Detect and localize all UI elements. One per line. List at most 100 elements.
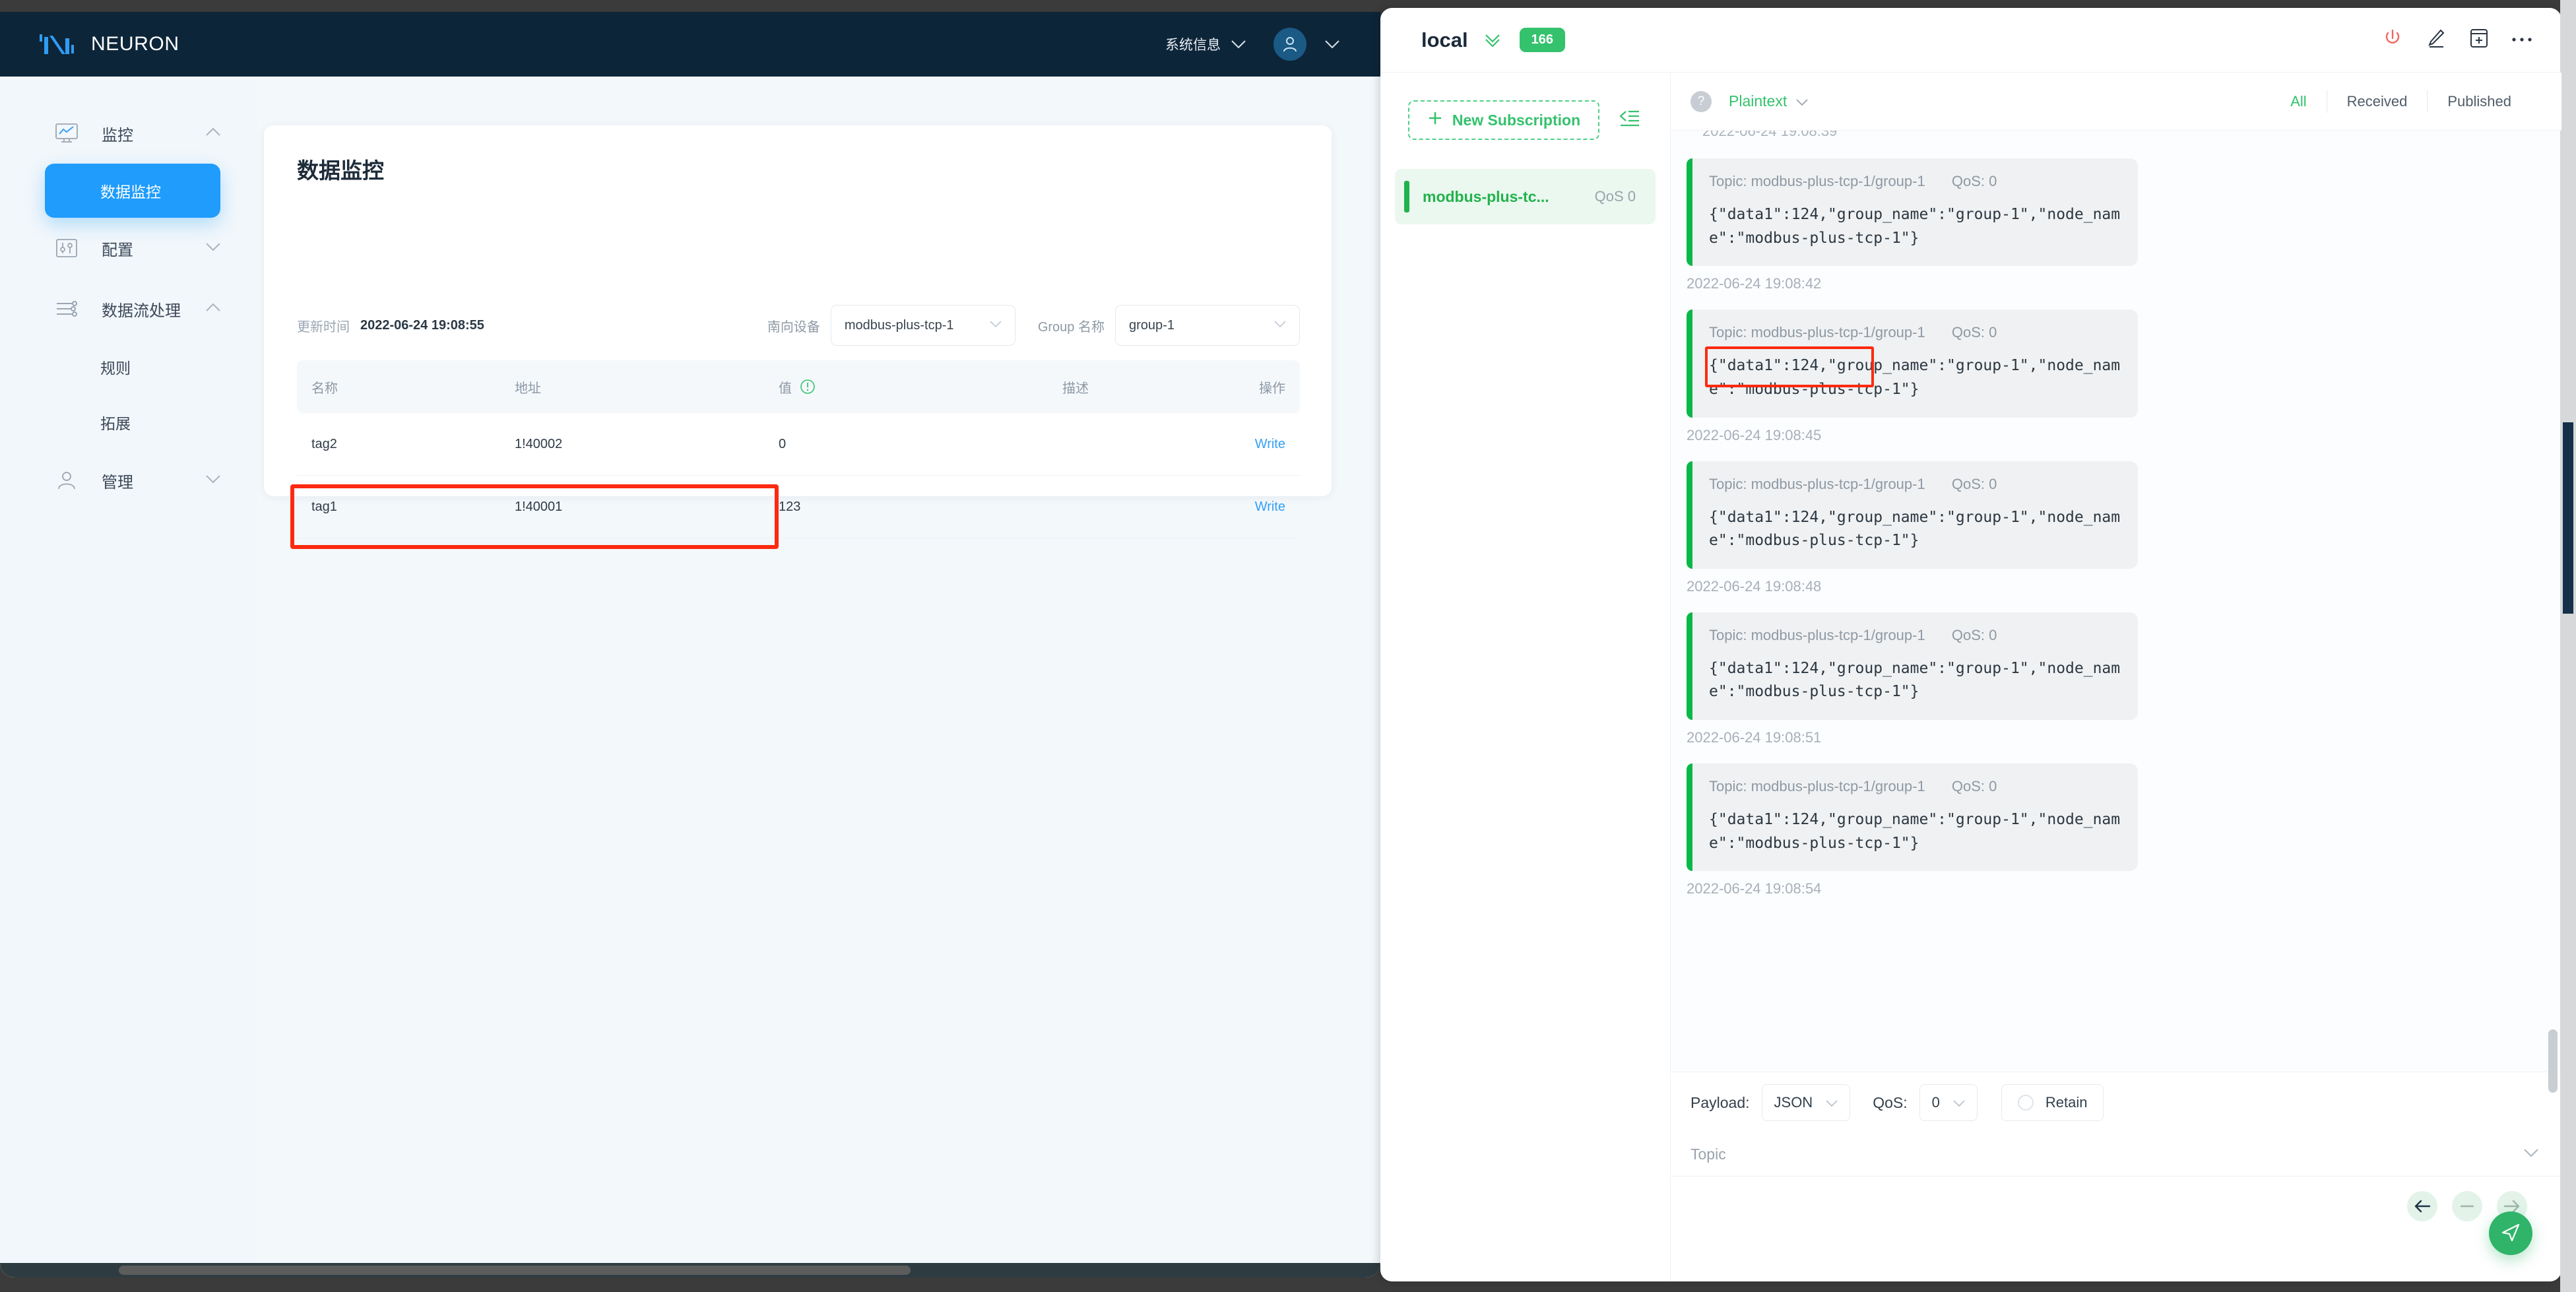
- message-item[interactable]: Topic: modbus-plus-tcp-1/group-1 QoS: 0 …: [1687, 612, 2561, 746]
- chevron-down-icon[interactable]: [1325, 40, 1339, 49]
- message-meta: Topic: modbus-plus-tcp-1/group-1 QoS: 0: [1709, 173, 2121, 190]
- plus-icon: [1427, 110, 1443, 130]
- write-button[interactable]: Write: [1255, 437, 1285, 451]
- message-bubble: Topic: modbus-plus-tcp-1/group-1 QoS: 0 …: [1687, 309, 2138, 418]
- previous-message-button[interactable]: [2407, 1191, 2437, 1221]
- message-item[interactable]: Topic: modbus-plus-tcp-1/group-1 QoS: 0 …: [1687, 158, 2561, 292]
- help-icon[interactable]: ?: [1690, 90, 1712, 112]
- new-subscription-button[interactable]: New Subscription: [1408, 100, 1599, 140]
- sliders-icon: [51, 233, 82, 263]
- neuron-brand[interactable]: NEURON: [38, 30, 179, 58]
- chevron-down-icon: [990, 319, 1002, 331]
- message-list[interactable]: 2022-06-24 19:08:39 Topic: modbus-plus-t…: [1671, 131, 2561, 1072]
- tab-received[interactable]: Received: [2327, 93, 2428, 110]
- publish-qos-select[interactable]: 0: [1919, 1084, 1978, 1121]
- chevron-up-icon[interactable]: [206, 127, 220, 139]
- message-qos: QoS: 0: [1951, 626, 1997, 643]
- message-topic: Topic: modbus-plus-tcp-1/group-1: [1709, 778, 1925, 795]
- group-select[interactable]: group-1: [1115, 305, 1300, 346]
- message-bubble: Topic: modbus-plus-tcp-1/group-1 QoS: 0 …: [1687, 612, 2138, 721]
- column-header-description: 描述: [1062, 381, 1089, 396]
- avatar[interactable]: [1273, 28, 1306, 61]
- message-timestamp: 2022-06-24 19:08:48: [1687, 577, 1822, 595]
- chevron-double-down-icon[interactable]: [1484, 33, 1501, 48]
- sidebar-label-monitor: 监控: [102, 126, 133, 145]
- device-select[interactable]: modbus-plus-tcp-1: [830, 305, 1015, 346]
- user-icon: [51, 465, 82, 496]
- chevron-down-icon[interactable]: [1231, 40, 1246, 49]
- more-options-icon[interactable]: [2511, 34, 2532, 46]
- message-item[interactable]: Topic: modbus-plus-tcp-1/group-1 QoS: 0 …: [1687, 763, 2561, 897]
- edit-pencil-icon[interactable]: [2426, 28, 2447, 52]
- clipped-timestamp: 2022-06-24 19:08:39: [1702, 131, 1838, 139]
- mqttx-header: local 166: [1380, 8, 2561, 73]
- message-count-badge: 166: [1519, 28, 1566, 52]
- message-payload: {"data1":124,"group_name":"group-1","nod…: [1709, 357, 2121, 398]
- sidebar-item-configuration[interactable]: 配置: [0, 218, 257, 278]
- messages-scrollbar-thumb[interactable]: [2548, 1029, 2558, 1093]
- table-row[interactable]: tag2 1!40002 0 Write: [297, 413, 1300, 476]
- sidebar-item-data-monitoring[interactable]: 数据监控: [45, 164, 220, 218]
- message-filter-tabs: All Received Published: [2270, 90, 2531, 113]
- neuron-brand-text: NEURON: [91, 33, 179, 55]
- power-icon[interactable]: [2382, 28, 2403, 52]
- publish-bar: Payload: JSON QoS: 0 Retain Topic: [1671, 1072, 2561, 1281]
- connection-name[interactable]: local: [1421, 28, 1468, 52]
- message-topic: Topic: modbus-plus-tcp-1/group-1: [1709, 324, 1925, 341]
- sidebar-item-extensions[interactable]: 拓展: [0, 395, 257, 450]
- subscription-topic: modbus-plus-tc...: [1423, 187, 1549, 205]
- column-header-value: 值: [779, 381, 792, 396]
- system-info-menu[interactable]: 系统信息: [1165, 34, 1221, 54]
- chevron-down-icon[interactable]: [2523, 1148, 2539, 1161]
- cell-value: 0: [779, 436, 787, 451]
- retain-toggle[interactable]: Retain: [2001, 1084, 2104, 1121]
- cell-address: 1!40002: [515, 436, 563, 451]
- message-topic: Topic: modbus-plus-tcp-1/group-1: [1709, 475, 1925, 492]
- scrollbar-thumb[interactable]: [119, 1266, 911, 1275]
- sidebar-item-management[interactable]: 管理: [0, 450, 257, 511]
- sidebar-item-dataflow[interactable]: 数据流处理: [0, 278, 257, 339]
- main-content-area: 数据监控 更新时间 2022-06-24 19:08:55 南向设备 modbu…: [257, 77, 1380, 1277]
- write-button[interactable]: Write: [1255, 500, 1285, 514]
- screen-root: NEURON 系统信息 监控 数据监控 配置 数据流处理 规则 拓展 管理 数据…: [0, 0, 2576, 1292]
- publish-topic-placeholder: Topic: [1690, 1146, 1726, 1163]
- payload-format-select[interactable]: Plaintext: [1729, 92, 1808, 110]
- retain-label: Retain: [2045, 1094, 2088, 1111]
- publish-options-row: Payload: JSON QoS: 0 Retain: [1671, 1072, 2561, 1133]
- sidebar-item-rules[interactable]: 规则: [0, 339, 257, 395]
- group-select-value: group-1: [1129, 317, 1175, 333]
- chevron-up-icon[interactable]: [206, 303, 220, 315]
- cell-name: tag1: [311, 499, 337, 514]
- sidebar-label-dataflow: 数据流处理: [102, 302, 181, 320]
- info-icon[interactable]: [800, 379, 816, 395]
- neuron-logo-icon: [38, 30, 77, 58]
- chevron-down-icon[interactable]: [206, 242, 220, 254]
- collapse-panel-icon[interactable]: [1618, 109, 1640, 132]
- message-timestamp: 2022-06-24 19:08:45: [1687, 426, 1822, 443]
- sidebar-item-monitor[interactable]: 监控: [0, 103, 257, 164]
- column-header-name: 名称: [311, 381, 338, 396]
- send-message-button[interactable]: [2489, 1211, 2532, 1255]
- publish-payload-select[interactable]: JSON: [1761, 1084, 1851, 1121]
- stop-message-button[interactable]: [2452, 1191, 2482, 1221]
- outer-page-scrollbar-track[interactable]: [2560, 0, 2576, 1292]
- updated-time-label: 更新时间: [297, 319, 350, 335]
- payload-format-value: Plaintext: [1729, 92, 1787, 110]
- table-row[interactable]: tag1 1!40001 123 Write: [297, 476, 1300, 538]
- tab-published[interactable]: Published: [2428, 93, 2531, 110]
- add-panel-icon[interactable]: [2469, 28, 2489, 52]
- cell-value: 123: [779, 499, 801, 514]
- publish-topic-row[interactable]: Topic: [1671, 1133, 2561, 1177]
- mqttx-header-actions: [2382, 28, 2532, 52]
- updated-time-value: 2022-06-24 19:08:55: [360, 317, 484, 333]
- outer-page-scrollbar-thumb[interactable]: [2563, 422, 2573, 614]
- table-header-row: 名称 地址 值 描述 操作: [297, 360, 1300, 413]
- tab-all[interactable]: All: [2270, 93, 2326, 110]
- message-payload: {"data1":124,"group_name":"group-1","nod…: [1709, 659, 2121, 701]
- message-item[interactable]: Topic: modbus-plus-tcp-1/group-1 QoS: 0 …: [1687, 309, 2561, 443]
- column-header-operation: 操作: [1259, 381, 1285, 396]
- message-item[interactable]: Topic: modbus-plus-tcp-1/group-1 QoS: 0 …: [1687, 461, 2561, 595]
- subscription-item[interactable]: modbus-plus-tc... QoS 0: [1395, 169, 1656, 224]
- left-window-horizontal-scrollbar[interactable]: [0, 1263, 1380, 1277]
- chevron-down-icon[interactable]: [206, 474, 220, 486]
